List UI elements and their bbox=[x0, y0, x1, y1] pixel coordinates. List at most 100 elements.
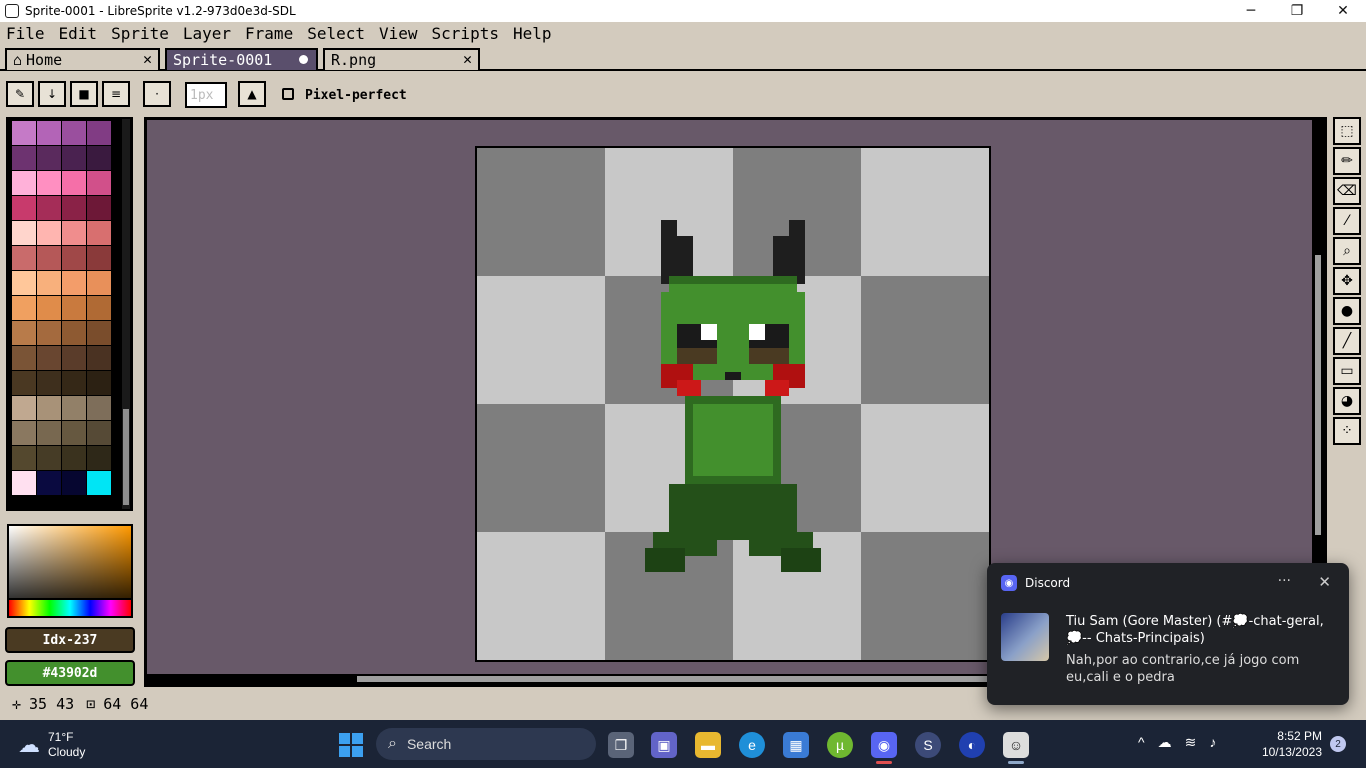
tab-sprite-0001[interactable]: Sprite-0001 bbox=[165, 48, 318, 70]
palette-swatch[interactable] bbox=[37, 221, 61, 245]
menu-edit[interactable]: Edit bbox=[59, 24, 98, 43]
spray-tool-button[interactable]: ⁘ bbox=[1333, 417, 1361, 445]
palette-swatch[interactable] bbox=[87, 396, 111, 420]
palette-swatch[interactable] bbox=[87, 296, 111, 320]
palette-swatch[interactable] bbox=[87, 371, 111, 395]
palette-swatch[interactable] bbox=[62, 171, 86, 195]
eyedropper-tool-button[interactable]: ⁄ bbox=[1333, 207, 1361, 235]
palette-swatch[interactable] bbox=[12, 146, 36, 170]
palette-swatch[interactable] bbox=[62, 271, 86, 295]
tab-home[interactable]: ⌂ Home ✕ bbox=[5, 48, 160, 70]
palette-swatch[interactable] bbox=[37, 471, 61, 495]
move-tool-button[interactable]: ✥ bbox=[1333, 267, 1361, 295]
palette-swatch[interactable] bbox=[37, 121, 61, 145]
palette-swatch[interactable] bbox=[62, 396, 86, 420]
menu-help[interactable]: Help bbox=[513, 24, 552, 43]
onedrive-icon[interactable]: ☁ bbox=[1158, 734, 1172, 751]
palette-swatch[interactable] bbox=[62, 246, 86, 270]
sonic-icon[interactable]: ◐ bbox=[959, 732, 985, 758]
palette-swatch[interactable] bbox=[12, 221, 36, 245]
palette-swatch[interactable] bbox=[12, 371, 36, 395]
palette-swatch[interactable] bbox=[37, 371, 61, 395]
palette-swatch[interactable] bbox=[87, 146, 111, 170]
color-index-field[interactable]: Idx-237 bbox=[5, 627, 135, 653]
palette-swatch[interactable] bbox=[62, 421, 86, 445]
menu-sprite[interactable]: Sprite bbox=[111, 24, 169, 43]
palette-swatch[interactable] bbox=[62, 346, 86, 370]
palette-swatch[interactable] bbox=[12, 246, 36, 270]
palette-swatch[interactable] bbox=[12, 471, 36, 495]
taskbar-search[interactable]: ⌕ Search bbox=[376, 728, 596, 760]
palette-swatch[interactable] bbox=[37, 146, 61, 170]
edge-icon[interactable]: e bbox=[739, 732, 765, 758]
palette-swatch[interactable] bbox=[12, 446, 36, 470]
zoom-tool-button[interactable]: ⌕ bbox=[1333, 237, 1361, 265]
palette-swatch[interactable] bbox=[37, 446, 61, 470]
palette-swatch[interactable] bbox=[87, 446, 111, 470]
menu-scripts[interactable]: Scripts bbox=[432, 24, 499, 43]
palette-swatch[interactable] bbox=[87, 121, 111, 145]
palette-swatch[interactable] bbox=[87, 271, 111, 295]
hue-slider[interactable] bbox=[7, 598, 133, 618]
palette-swatch[interactable] bbox=[62, 296, 86, 320]
brush-shape-button[interactable]: · bbox=[143, 81, 171, 107]
palette-swatch[interactable] bbox=[87, 346, 111, 370]
palette-scroll-thumb[interactable] bbox=[123, 409, 129, 505]
palette-swatch[interactable] bbox=[12, 346, 36, 370]
palette-swatch[interactable] bbox=[37, 296, 61, 320]
chevron-up-icon[interactable]: ^ bbox=[1138, 734, 1145, 751]
brush-menu-button[interactable]: ≡ bbox=[102, 81, 130, 107]
file-explorer-icon[interactable]: ▬ bbox=[695, 732, 721, 758]
start-button[interactable] bbox=[339, 733, 363, 757]
pixel-perfect-checkbox[interactable] bbox=[282, 88, 294, 100]
palette-swatch[interactable] bbox=[37, 396, 61, 420]
chat-icon[interactable]: ▣ bbox=[651, 732, 677, 758]
palette-swatch[interactable] bbox=[87, 246, 111, 270]
palette-swatch[interactable] bbox=[87, 421, 111, 445]
wifi-icon[interactable]: ≋ bbox=[1185, 734, 1197, 751]
palette-swatch[interactable] bbox=[12, 121, 36, 145]
ink-button[interactable]: ▲ bbox=[238, 81, 266, 107]
vertical-scroll-thumb[interactable] bbox=[1315, 255, 1321, 535]
palette-swatch[interactable] bbox=[37, 271, 61, 295]
notification-count-badge[interactable]: 2 bbox=[1330, 736, 1346, 752]
palette-swatch[interactable] bbox=[87, 471, 111, 495]
eraser-tool-button[interactable]: ⌫ bbox=[1333, 177, 1361, 205]
menu-layer[interactable]: Layer bbox=[183, 24, 231, 43]
brush-type-button[interactable]: ✎ bbox=[6, 81, 34, 107]
libresprite-taskbar-icon[interactable]: ☺ bbox=[1003, 732, 1029, 758]
palette-swatch[interactable] bbox=[37, 246, 61, 270]
line-tool-button[interactable]: ╱ bbox=[1333, 327, 1361, 355]
menu-frame[interactable]: Frame bbox=[245, 24, 293, 43]
notification-more-button[interactable]: ··· bbox=[1278, 573, 1291, 589]
minimize-button[interactable]: ─ bbox=[1228, 0, 1274, 22]
task-view-icon[interactable]: ❐ bbox=[608, 732, 634, 758]
utorrent-icon[interactable]: µ bbox=[827, 732, 853, 758]
palette-swatch[interactable] bbox=[62, 146, 86, 170]
menu-file[interactable]: File bbox=[6, 24, 45, 43]
app-s-icon[interactable]: S bbox=[915, 732, 941, 758]
palette-swatch[interactable] bbox=[62, 446, 86, 470]
palette-swatch[interactable] bbox=[87, 171, 111, 195]
palette-swatch[interactable] bbox=[62, 196, 86, 220]
weather-widget[interactable]: ☁ 71°F Cloudy bbox=[18, 730, 85, 760]
tab-home-close-icon[interactable]: ✕ bbox=[143, 50, 152, 68]
maximize-button[interactable]: ❐ bbox=[1274, 0, 1320, 22]
palette-scrollbar[interactable] bbox=[122, 119, 130, 509]
palette-swatch[interactable] bbox=[62, 221, 86, 245]
palette-swatch[interactable] bbox=[87, 321, 111, 345]
palette-swatch[interactable] bbox=[12, 396, 36, 420]
sprite-canvas[interactable] bbox=[475, 146, 991, 662]
palette-swatch[interactable] bbox=[12, 296, 36, 320]
discord-notification[interactable]: ◉ Discord ··· ✕ Tiu Sam (Gore Master) (#… bbox=[987, 563, 1349, 705]
tab-r-png[interactable]: R.png ✕ bbox=[323, 48, 480, 70]
discord-taskbar-icon[interactable]: ◉ bbox=[871, 732, 897, 758]
palette-swatch[interactable] bbox=[37, 321, 61, 345]
color-hex-field[interactable]: #43902d bbox=[5, 660, 135, 686]
close-button[interactable]: ✕ bbox=[1320, 0, 1366, 22]
fill-tool-button[interactable]: ● bbox=[1333, 297, 1361, 325]
palette-swatch[interactable] bbox=[12, 421, 36, 445]
unsaved-dot-icon[interactable] bbox=[299, 55, 308, 64]
notification-close-button[interactable]: ✕ bbox=[1318, 573, 1331, 591]
system-clock[interactable]: 8:52 PM 10/13/2023 bbox=[1252, 728, 1322, 760]
